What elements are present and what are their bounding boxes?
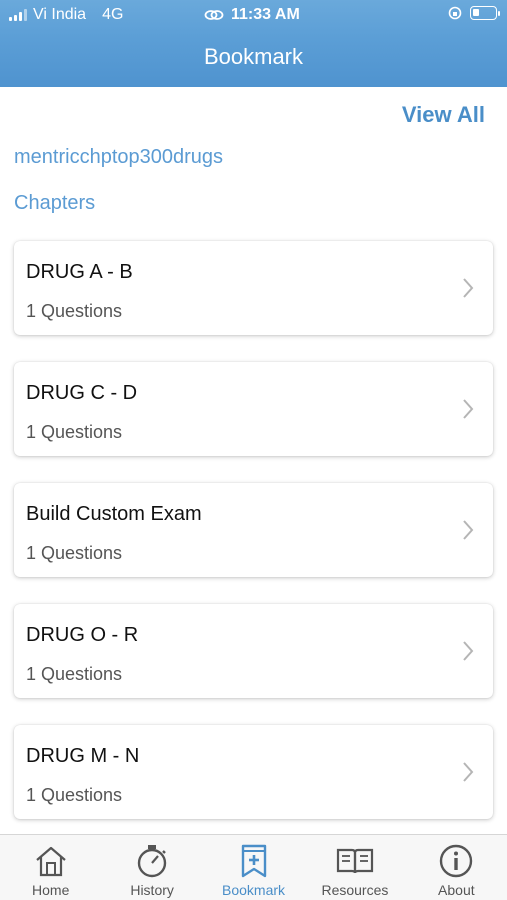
chevron-right-icon xyxy=(463,641,474,661)
view-all-button[interactable]: View All xyxy=(402,102,485,128)
chapter-card[interactable]: DRUG M - N 1 Questions xyxy=(14,725,493,819)
tab-about[interactable]: About xyxy=(406,835,507,900)
chevron-right-icon xyxy=(463,520,474,540)
chapter-title: DRUG A - B xyxy=(26,261,133,283)
signal-strength-icon xyxy=(9,9,27,21)
chapter-card[interactable]: DRUG A - B 1 Questions xyxy=(14,241,493,335)
tab-label: About xyxy=(438,882,475,898)
tab-history[interactable]: History xyxy=(101,835,202,900)
tab-resources[interactable]: Resources xyxy=(304,835,405,900)
tab-bookmark[interactable]: Bookmark xyxy=(203,835,304,900)
orientation-lock-icon xyxy=(448,6,462,20)
chapter-title: Build Custom Exam xyxy=(26,503,202,525)
chevron-right-icon xyxy=(463,399,474,419)
section-heading: Chapters xyxy=(14,192,96,214)
clock: 11:33 AM xyxy=(231,6,300,23)
chapter-card[interactable]: Build Custom Exam 1 Questions xyxy=(14,483,493,577)
tab-label: History xyxy=(130,882,174,898)
chapter-card[interactable]: DRUG O - R 1 Questions xyxy=(14,604,493,698)
chapter-title: DRUG C - D xyxy=(26,382,138,404)
chapter-list: DRUG A - B 1 Questions DRUG C - D 1 Ques… xyxy=(14,241,493,846)
network-type: 4G xyxy=(102,6,124,23)
question-count: 1 Questions xyxy=(26,543,123,563)
question-count: 1 Questions xyxy=(26,301,123,321)
tab-bar: Home History Bookmark Resources About xyxy=(0,834,507,900)
app-header: Vi India 4G 11:33 AM Bookmark xyxy=(0,0,507,87)
home-icon xyxy=(35,846,66,877)
tab-label: Resources xyxy=(321,882,389,898)
carrier-name: Vi India xyxy=(33,6,87,23)
question-count: 1 Questions xyxy=(26,785,123,805)
tab-label: Bookmark xyxy=(222,882,286,898)
chapter-title: DRUG M - N xyxy=(26,745,140,767)
question-count: 1 Questions xyxy=(26,422,123,442)
battery-icon xyxy=(470,6,500,20)
chevron-right-icon xyxy=(463,762,474,782)
chapter-title: DRUG O - R xyxy=(26,624,139,646)
book-icon xyxy=(336,848,374,874)
status-bar: Vi India 4G 11:33 AM xyxy=(0,0,507,28)
info-icon xyxy=(440,844,473,878)
stopwatch-icon xyxy=(137,845,167,878)
chevron-right-icon xyxy=(463,278,474,298)
link-icon xyxy=(204,10,224,20)
tab-home[interactable]: Home xyxy=(0,835,101,900)
page-title: Bookmark xyxy=(203,44,304,69)
question-count: 1 Questions xyxy=(26,664,123,684)
tab-label: Home xyxy=(32,882,70,898)
course-name-link[interactable]: mentricchptop300drugs xyxy=(14,146,223,169)
bookmark-icon xyxy=(241,844,266,878)
chapter-card[interactable]: DRUG C - D 1 Questions xyxy=(14,362,493,456)
